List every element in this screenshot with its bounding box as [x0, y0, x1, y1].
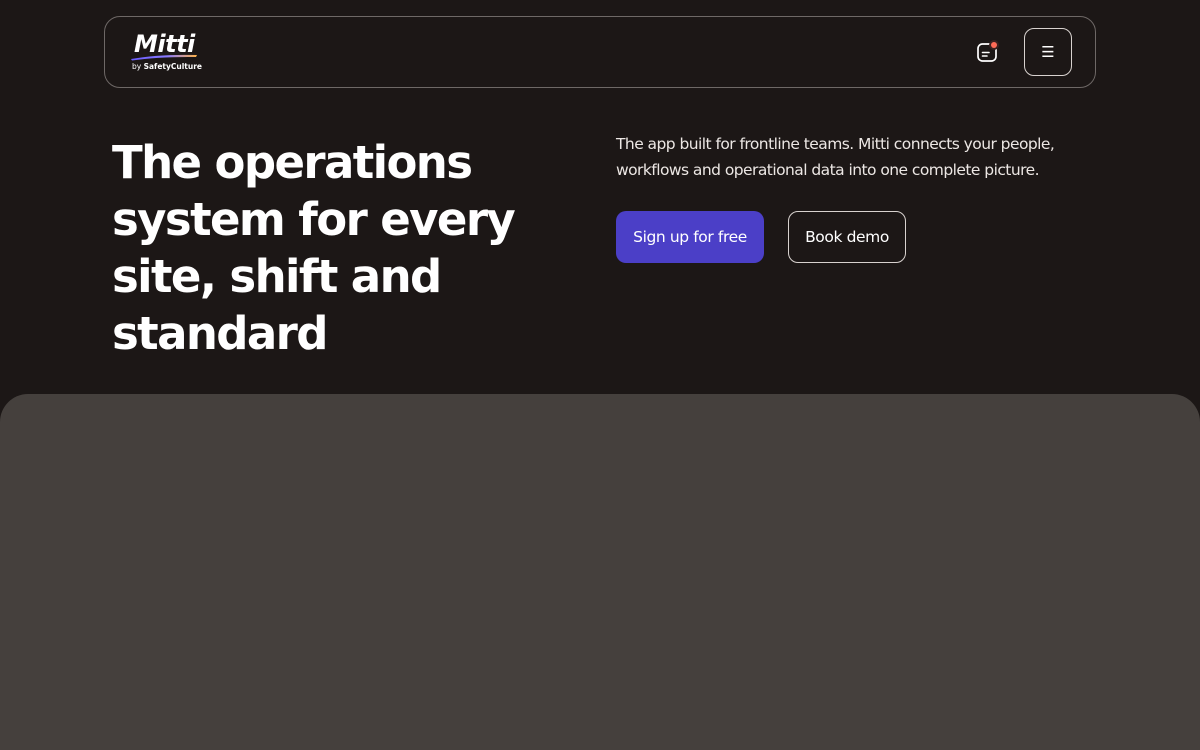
hero-title: The operations system for every site, sh…	[112, 136, 516, 360]
navbar: Mitti by SafetyCulture ☰	[104, 16, 1096, 88]
logo-byline-brand: SafetyCulture	[143, 62, 203, 71]
page: Mitti by SafetyCulture ☰ The operations …	[0, 0, 1200, 750]
logo-swoosh-icon	[131, 54, 197, 61]
logo-byline-prefix: by	[132, 62, 142, 71]
chat-button[interactable]	[975, 39, 1001, 65]
sign-up-button[interactable]: Sign up for free	[616, 211, 764, 263]
book-demo-button[interactable]: Book demo	[788, 211, 906, 263]
chat-notification-icon	[977, 40, 999, 62]
hamburger-menu-icon: ☰	[1041, 43, 1055, 61]
hero-description: The app built for frontline teams. Mitti…	[616, 135, 1055, 179]
menu-button[interactable]: ☰	[1024, 28, 1072, 76]
hero-media-panel	[0, 394, 1200, 750]
logo-byline: by SafetyCulture	[132, 62, 202, 72]
mitti-logo[interactable]: Mitti by SafetyCulture	[129, 30, 209, 76]
